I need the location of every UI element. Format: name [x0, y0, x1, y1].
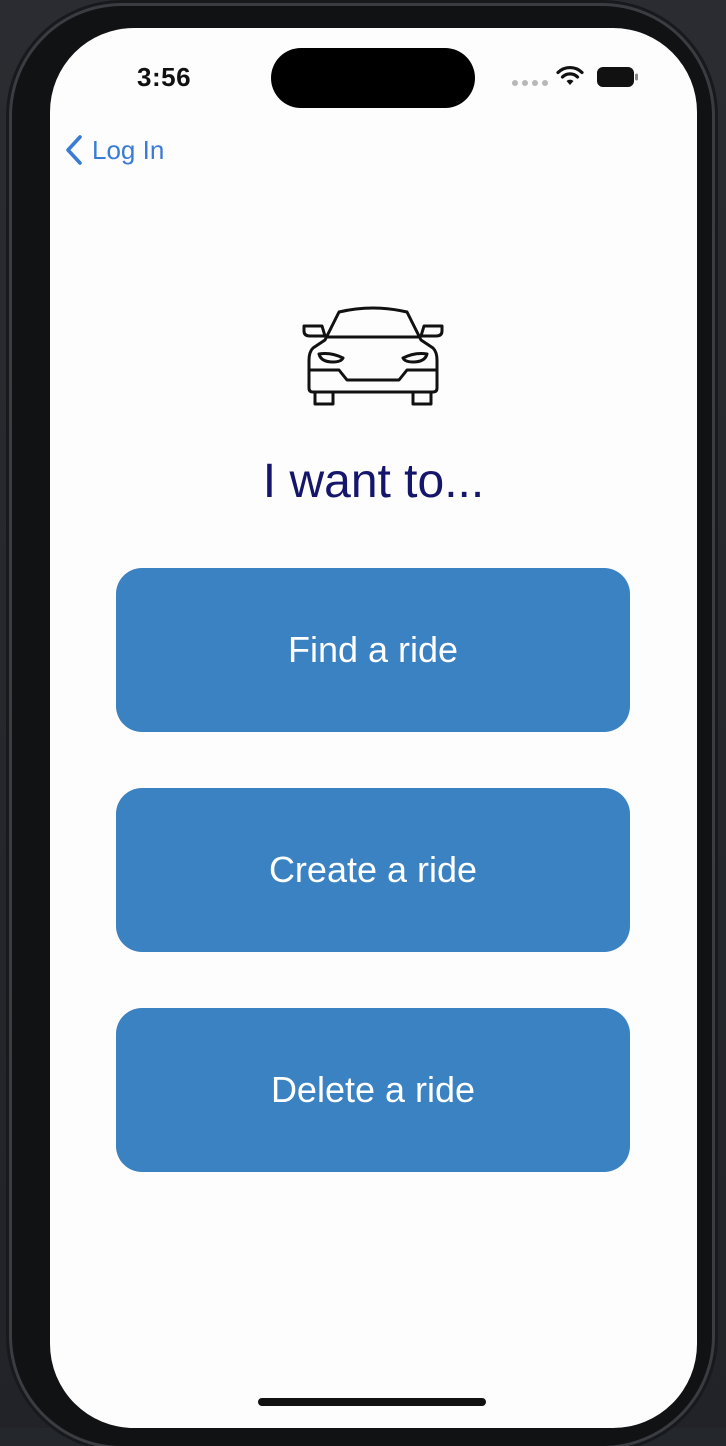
chevron-left-icon [66, 135, 82, 165]
status-time: 3:56 [137, 62, 192, 92]
app-screen: 3:56 Log In I want to... Find a ride Cre… [50, 28, 697, 1428]
battery-icon [597, 67, 638, 87]
car-icon [302, 306, 444, 406]
wifi-icon [556, 65, 584, 85]
back-button[interactable]: Log In [64, 134, 164, 166]
home-indicator[interactable] [258, 1398, 486, 1406]
dynamic-island [271, 48, 475, 108]
page-heading: I want to... [262, 455, 485, 508]
find-ride-button[interactable]: Find a ride [116, 568, 630, 732]
create-ride-button[interactable]: Create a ride [116, 788, 630, 952]
delete-ride-button[interactable]: Delete a ride [116, 1008, 630, 1172]
back-button-label: Log In [92, 134, 165, 165]
phone-frame: 3:56 Log In I want to... Find a ride Cre… [12, 6, 712, 1446]
cellular-signal-icon [512, 80, 548, 86]
